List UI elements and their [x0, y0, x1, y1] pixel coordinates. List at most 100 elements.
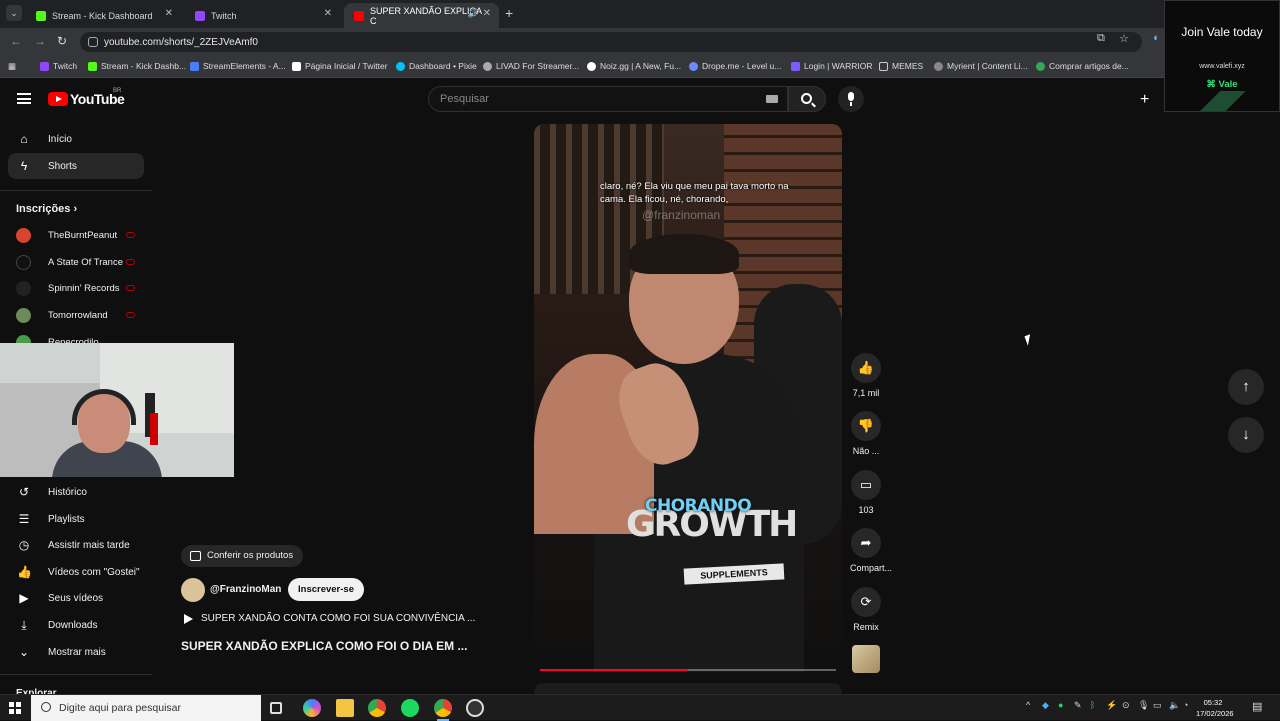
- reload-icon[interactable]: ↻: [57, 34, 67, 48]
- progress-bar[interactable]: [540, 669, 688, 671]
- bookmark-livad[interactable]: LIVAD For Streamer...: [483, 61, 579, 71]
- subscriptions-heading[interactable]: Inscrições ›: [16, 203, 77, 215]
- taskbar-search-input[interactable]: Digite aqui para pesquisar: [31, 695, 261, 721]
- dislike-button[interactable]: 👎 Não ...: [850, 411, 882, 456]
- bookmark-noiz[interactable]: Noiz.gg | A New, Fu...: [587, 61, 681, 71]
- menu-icon[interactable]: [17, 93, 31, 104]
- browser-tab-youtube[interactable]: SUPER XANDÃO EXPLICA C 🔊 ✕: [344, 3, 499, 28]
- related-video-link[interactable]: SUPER XANDÃO CONTA COMO FOI SUA CONVIVÊN…: [201, 613, 475, 624]
- sidebar-item-downloads[interactable]: ⤓ Downloads: [8, 612, 144, 638]
- sidebar-item-history[interactable]: ↺ Histórico: [8, 479, 144, 505]
- voice-search-button[interactable]: [838, 86, 864, 112]
- subscription-item[interactable]: Spinnin' Records: [8, 276, 144, 300]
- sound-thumbnail[interactable]: [852, 645, 880, 673]
- keyboard-icon[interactable]: [766, 95, 778, 103]
- short-video-player[interactable]: GROWTH SUPPLEMENTS claro, né? Ela viu qu…: [534, 124, 842, 672]
- next-short-button[interactable]: ↓: [1228, 417, 1264, 453]
- like-button[interactable]: 👍 7,1 mil: [850, 353, 882, 398]
- bookmark-drope[interactable]: Drope.me - Level u...: [689, 61, 781, 71]
- sidebar-item-watch-later[interactable]: ◷ Assistir mais tarde: [8, 532, 144, 558]
- channel-avatar[interactable]: [181, 578, 205, 602]
- bookmark-google[interactable]: Comprar artigos de...: [1036, 61, 1129, 71]
- bookmark-folder-memes[interactable]: MEMES: [879, 61, 923, 71]
- home-icon: ⌂: [20, 132, 28, 146]
- bookmark-star-icon[interactable]: ☆: [1119, 32, 1129, 45]
- ad-overlay[interactable]: Join Vale today www.valefi.xyz ⌘ Vale: [1164, 0, 1280, 112]
- sidebar-item-playlists[interactable]: ☰ Playlists: [8, 506, 144, 532]
- share-icon: ➦: [851, 528, 881, 558]
- subscription-item[interactable]: Tomorrowland: [8, 303, 144, 327]
- channel-name[interactable]: @FranzinoMan: [210, 584, 281, 595]
- taskbar-clock[interactable]: 05:32 17/02/2026: [1196, 697, 1234, 719]
- myrient-icon: [934, 61, 943, 71]
- kick-icon: [36, 10, 46, 21]
- sidebar-item-show-more[interactable]: ⌄ Mostrar mais: [8, 639, 144, 665]
- search-input[interactable]: Pesquisar: [428, 86, 788, 112]
- sidebar-item-shorts[interactable]: ϟ Shorts: [8, 153, 144, 179]
- tray-app-icon[interactable]: ◆: [1042, 700, 1049, 711]
- chrome-icon[interactable]: [368, 699, 386, 717]
- file-explorer-icon[interactable]: [336, 699, 354, 717]
- forward-arrow-icon[interactable]: →: [34, 34, 46, 48]
- tray-overflow-icon[interactable]: ^: [1026, 700, 1030, 710]
- tray-pen-icon[interactable]: ✎: [1074, 700, 1082, 711]
- apps-grid-icon[interactable]: ▦: [8, 61, 16, 72]
- previous-short-button[interactable]: ↑: [1228, 369, 1264, 405]
- livad-icon: [483, 61, 492, 71]
- live-icon: [126, 312, 135, 318]
- speaker-icon[interactable]: 🔈: [1169, 700, 1180, 711]
- address-bar[interactable]: youtube.com/shorts/_2ZEJVeAmf0: [80, 32, 1142, 52]
- remix-button[interactable]: ⟳ Remix: [850, 587, 882, 632]
- new-tab-button[interactable]: +: [505, 5, 513, 21]
- create-plus-icon[interactable]: +: [1140, 91, 1149, 109]
- bookmark-twitter[interactable]: Página Inicial / Twitter: [292, 61, 388, 71]
- bookmark-pixie[interactable]: Dashboard • Pixie: [396, 61, 477, 71]
- notifications-icon[interactable]: ▤: [1252, 700, 1262, 713]
- subscribe-button[interactable]: Inscrever-se: [288, 578, 364, 601]
- folder-icon: [879, 61, 888, 71]
- task-view-icon[interactable]: [270, 702, 282, 714]
- youtube-logo-icon[interactable]: [48, 92, 68, 106]
- bluetooth-icon[interactable]: ᛒ: [1090, 700, 1095, 710]
- shorts-icon: ϟ: [20, 159, 28, 173]
- extension-icon[interactable]: ◖: [1152, 32, 1159, 44]
- tab-close-icon[interactable]: ✕: [483, 8, 491, 19]
- bookmark-kick[interactable]: Stream - Kick Dashb...: [88, 61, 186, 71]
- browser-tab-kick[interactable]: Stream - Kick Dashboard ✕: [26, 3, 181, 28]
- comments-button[interactable]: ▭ 103: [850, 470, 882, 515]
- tab-search-button[interactable]: ⌄: [6, 5, 22, 21]
- sidebar-item-your-videos[interactable]: ▶ Seus vídeos: [8, 585, 144, 611]
- bookmark-streamelements[interactable]: StreamElements - A...: [190, 61, 286, 71]
- tray-spotify-icon[interactable]: ●: [1058, 700, 1063, 710]
- install-app-icon[interactable]: ⧉: [1097, 32, 1105, 45]
- spotify-icon[interactable]: [401, 699, 419, 717]
- site-info-icon[interactable]: [88, 37, 98, 47]
- short-info-overlay: Conferir os produtos @FranzinoMan Inscre…: [181, 545, 501, 665]
- network-icon[interactable]: ▭: [1153, 700, 1162, 711]
- bookmark-myrient[interactable]: Myrient | Content Li...: [934, 61, 1028, 71]
- browser-tab-twitch[interactable]: Twitch ✕: [185, 3, 340, 28]
- tab-close-icon[interactable]: ✕: [324, 8, 332, 19]
- streamelements-icon: [190, 61, 199, 71]
- microphone-icon[interactable]: 🎙: [1138, 700, 1149, 711]
- bookmark-twitch[interactable]: Twitch: [40, 61, 77, 71]
- bookmark-warrior[interactable]: Login | WARRIOR: [791, 61, 873, 71]
- windows-start-icon[interactable]: [9, 702, 21, 714]
- view-products-button[interactable]: Conferir os produtos: [181, 545, 304, 567]
- video-title[interactable]: SUPER XANDÃO EXPLICA COMO FOI O DIA EM .…: [181, 639, 467, 653]
- sidebar-item-home[interactable]: ⌂ Início: [8, 126, 144, 152]
- subscription-item[interactable]: TheBurntPeanut: [8, 223, 144, 247]
- chrome-active-icon[interactable]: [434, 699, 452, 721]
- obs-icon[interactable]: [466, 699, 484, 717]
- share-button[interactable]: ➦ Compart...: [850, 528, 892, 573]
- sidebar-item-liked[interactable]: 👍 Vídeos com "Gostei": [8, 559, 144, 585]
- back-arrow-icon[interactable]: ←: [10, 34, 22, 48]
- audio-playing-icon[interactable]: 🔊: [468, 8, 479, 19]
- subscription-item[interactable]: A State Of Trance: [8, 250, 144, 274]
- tab-close-icon[interactable]: ✕: [165, 8, 173, 19]
- search-button[interactable]: [788, 86, 826, 112]
- tray-app-icon-3[interactable]: ⊙: [1122, 700, 1130, 711]
- copilot-icon[interactable]: [303, 699, 321, 717]
- wifi-icon[interactable]: ◔: [1183, 700, 1188, 710]
- tray-app-icon-2[interactable]: ⚡: [1106, 700, 1117, 711]
